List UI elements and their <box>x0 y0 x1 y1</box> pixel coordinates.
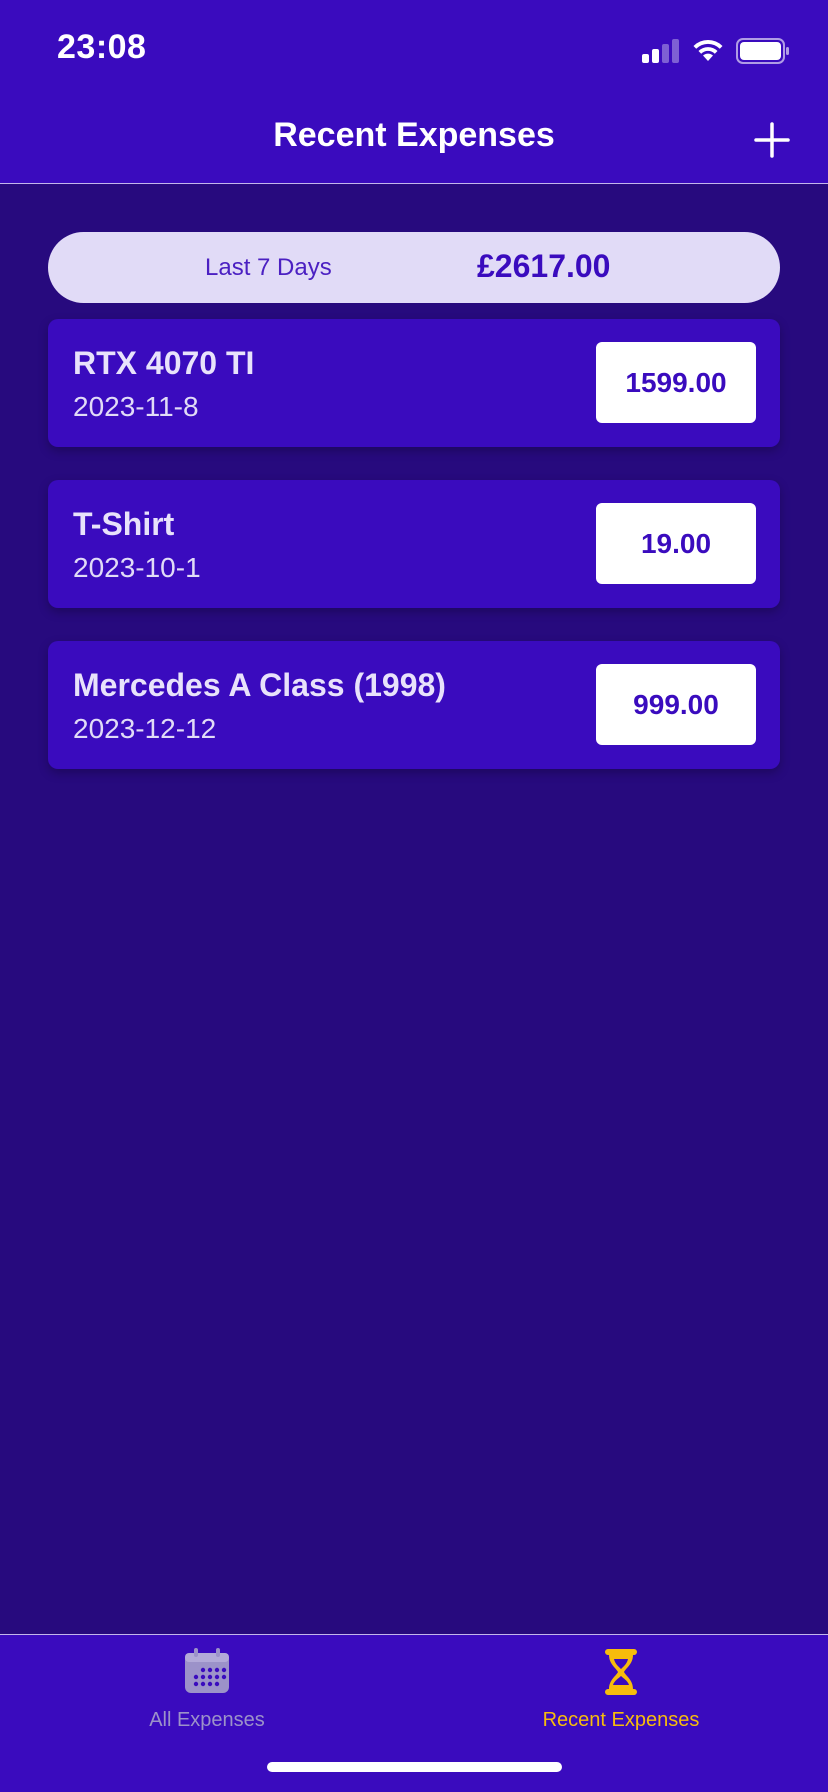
tab-recent-expenses[interactable]: Recent Expenses <box>414 1647 828 1747</box>
summary-period-label: Last 7 Days <box>205 254 332 281</box>
expense-amount: 19.00 <box>596 503 756 584</box>
expense-amount: 1599.00 <box>596 342 756 423</box>
expense-title: RTX 4070 TI <box>73 345 255 381</box>
tab-label: All Expenses <box>149 1709 265 1731</box>
navigation-header: 23:08 Recent Expenses <box>0 0 828 184</box>
add-expense-button[interactable] <box>750 118 794 162</box>
status-time: 23:08 <box>57 28 147 66</box>
tab-label: Recent Expenses <box>542 1709 700 1731</box>
expense-item[interactable]: T-Shirt 2023-10-1 19.00 <box>48 480 780 608</box>
cellular-signal-icon <box>642 39 679 63</box>
expenses-summary: Last 7 Days £2617.00 <box>48 232 780 303</box>
expense-date: 2023-11-8 <box>73 391 199 422</box>
status-icons <box>642 34 790 68</box>
tab-all-expenses[interactable]: All Expenses <box>0 1647 414 1747</box>
expense-item[interactable]: RTX 4070 TI 2023-11-8 1599.00 <box>48 319 780 447</box>
expense-title: T-Shirt <box>73 506 175 542</box>
calendar-icon <box>185 1648 229 1693</box>
expense-amount: 999.00 <box>596 664 756 745</box>
expense-date: 2023-12-12 <box>73 713 217 744</box>
expense-list: RTX 4070 TI 2023-11-8 1599.00 T-Shirt 20… <box>48 319 780 802</box>
home-indicator <box>267 1762 562 1772</box>
expense-date: 2023-10-1 <box>73 552 201 583</box>
expense-title: Mercedes A Class (1998) <box>73 667 446 703</box>
wifi-icon <box>693 39 723 61</box>
plus-icon <box>754 122 790 158</box>
summary-total: £2617.00 <box>477 248 611 284</box>
page-title: Recent Expenses <box>273 116 555 154</box>
battery-icon <box>736 38 789 64</box>
expense-item[interactable]: Mercedes A Class (1998) 2023-12-12 999.0… <box>48 641 780 769</box>
hourglass-icon <box>605 1649 637 1695</box>
